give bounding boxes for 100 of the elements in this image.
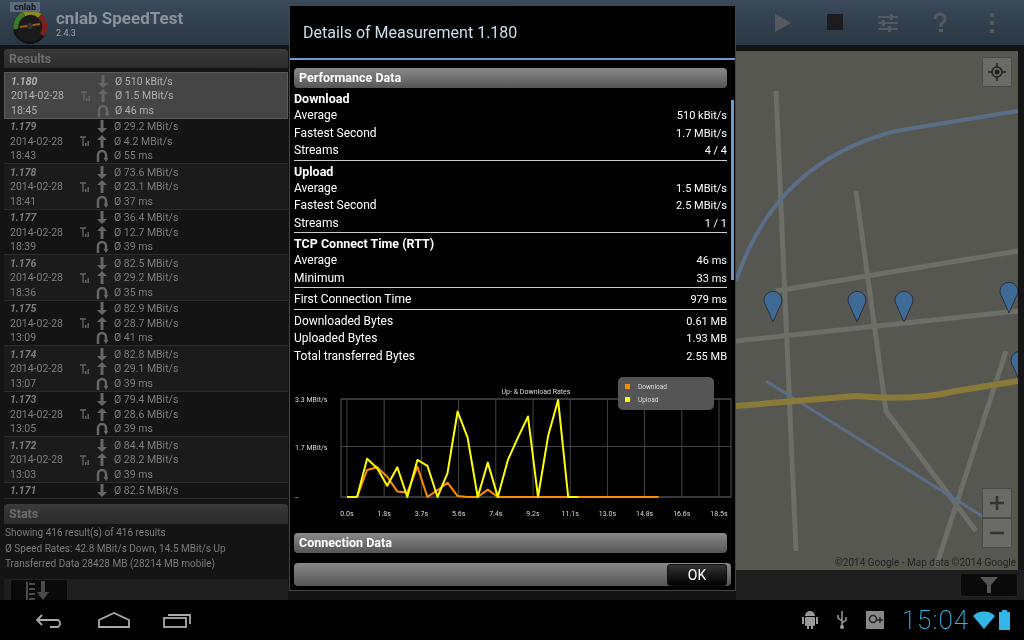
result-row[interactable]: 1.180 Ø 510 kBit/s 2014-02-28 Ø 1.5 MBit/s 18:45 Ø 46 ms	[4, 72, 288, 119]
map-pin-icon	[894, 288, 914, 322]
upload-rate: Ø 4.2 MBit/s	[114, 134, 174, 148]
clock-time: 15:04	[901, 605, 969, 635]
metric-value: 1.7 MBit/s	[676, 125, 727, 142]
ping-time: Ø 39 ms	[114, 376, 154, 390]
metric-label: Average	[294, 252, 338, 269]
result-row[interactable]: 1.174 Ø 82.8 MBit/s 2014-02-28 Ø 29.1 MBit/s 13:07 Ø 39 ms	[4, 346, 288, 392]
result-time: 13:05	[10, 422, 38, 436]
ping-icon	[96, 194, 108, 208]
ping-time: Ø 46 ms	[115, 103, 155, 117]
ping-time: Ø 37 ms	[114, 194, 154, 208]
my-location-button[interactable]	[982, 57, 1012, 87]
result-row[interactable]: 1.176 Ø 82.5 MBit/s 2014-02-28 Ø 29.2 MBit/s 18:36 Ø 35 ms	[4, 255, 288, 301]
result-time: 18:45	[11, 103, 39, 117]
zoom-in-button[interactable]	[982, 488, 1012, 518]
metric-label: Fastest Second	[294, 197, 377, 214]
group-heading: Download	[294, 91, 351, 107]
filter-button[interactable]	[960, 573, 1018, 597]
metric-label: Total transferred Bytes	[294, 347, 416, 365]
battery-icon	[999, 610, 1010, 630]
download-rate: Ø 510 kBit/s	[115, 74, 174, 88]
signal-icon	[80, 409, 90, 420]
upload-arrow-icon	[96, 225, 108, 239]
signal-icon	[80, 136, 90, 147]
metric-label: Streams	[294, 214, 339, 232]
map-pin-icon	[999, 279, 1018, 313]
result-id: 1.173	[10, 393, 38, 407]
metric-value: 2.5 MBit/s	[676, 198, 727, 214]
download-rate: Ø 79.4 MBit/s	[114, 393, 180, 407]
metric-value: 510 kBit/s	[676, 108, 727, 124]
usb-icon	[835, 611, 848, 629]
metric-value: 979 ms	[690, 292, 727, 308]
metric-value: 0.61 MB	[686, 313, 727, 330]
result-id: 1.175	[10, 302, 38, 316]
back-icon	[36, 612, 64, 628]
download-arrow-icon	[96, 484, 108, 498]
download-rate: Ø 82.8 MBit/s	[114, 347, 180, 361]
download-rate: Ø 73.6 MBit/s	[114, 165, 180, 179]
ok-button[interactable]: OK	[667, 563, 727, 586]
group-heading: TCP Connect Time (RTT)	[294, 236, 436, 252]
result-row[interactable]: 1.178 Ø 73.6 MBit/s 2014-02-28 Ø 23.1 MBit/s 18:41 Ø 37 ms	[4, 164, 288, 210]
download-arrow-icon	[96, 393, 108, 407]
upload-rate: Ø 29.2 MBit/s	[114, 271, 180, 285]
ping-time: Ø 55 ms	[114, 149, 154, 163]
result-row[interactable]: 1.171 Ø 82.5 MBit/s	[4, 482, 288, 499]
metric-value: 1.5 MBit/s	[676, 180, 727, 197]
metric-value: 46 ms	[696, 253, 727, 269]
download-arrow-icon	[96, 211, 108, 225]
result-id: 1.178	[10, 165, 38, 179]
result-date: 2014-02-28	[10, 225, 64, 239]
upload-arrow-icon	[96, 453, 108, 467]
signal-icon	[80, 454, 90, 465]
home-icon	[98, 612, 130, 628]
result-time: 13:07	[10, 376, 38, 390]
section-header: Connection Data	[294, 533, 727, 553]
app-title: cnlab SpeedTest	[56, 7, 184, 28]
stats-line: Ø Speed Rates: 42.8 MBit/s Down, 14.5 MBit/s Up	[4, 541, 227, 555]
result-date: 2014-02-28	[11, 89, 65, 103]
upload-rate: Ø 28.2 MBit/s	[114, 453, 180, 467]
filter-icon	[980, 576, 998, 594]
result-time: 13:09	[10, 331, 38, 345]
signal-icon	[81, 90, 91, 101]
metric-label: Fastest Second	[294, 124, 377, 142]
result-date: 2014-02-28	[10, 362, 64, 376]
zoom-out-button[interactable]	[982, 518, 1012, 548]
logo-text: cnlab	[10, 1, 40, 12]
upload-arrow-icon	[96, 316, 108, 330]
ping-icon	[96, 240, 108, 254]
download-arrow-icon	[96, 302, 108, 316]
signal-icon	[80, 272, 90, 283]
upload-rate: Ø 29.1 MBit/s	[114, 362, 180, 376]
download-rate: Ø 36.4 MBit/s	[114, 211, 180, 225]
ping-time: Ø 41 ms	[114, 331, 154, 345]
metric-label: Average	[294, 179, 338, 197]
minus-icon	[990, 531, 1004, 535]
upload-rate: Ø 23.1 MBit/s	[114, 180, 180, 194]
upload-arrow-icon	[96, 407, 108, 421]
metric-value: 1 / 1	[704, 215, 727, 232]
download-arrow-icon	[96, 256, 108, 270]
result-row[interactable]: 1.172 Ø 84.4 MBit/s 2014-02-28 Ø 28.2 MBit/s 13:03 Ø 39 ms	[4, 437, 288, 483]
ping-icon	[96, 376, 108, 390]
section-header: Performance Data	[294, 68, 727, 88]
stats-header: Stats	[4, 504, 288, 524]
result-date: 2014-02-28	[10, 453, 64, 467]
result-id: 1.172	[10, 438, 38, 452]
metric-label: Average	[294, 107, 338, 124]
upload-arrow-icon	[97, 89, 109, 103]
ping-icon	[96, 285, 108, 299]
upload-rate: Ø 1.5 MBit/s	[115, 89, 175, 103]
result-date: 2014-02-28	[10, 316, 64, 330]
upload-arrow-icon	[96, 134, 108, 148]
sort-list-icon	[26, 580, 52, 601]
signal-icon	[80, 227, 90, 238]
ping-icon	[97, 103, 109, 117]
group-heading: Upload	[294, 163, 335, 180]
ping-icon	[96, 467, 108, 481]
upload-rate: Ø 28.7 MBit/s	[114, 316, 180, 330]
download-rate: Ø 82.5 MBit/s	[114, 256, 180, 270]
recent-apps-icon	[163, 612, 193, 628]
